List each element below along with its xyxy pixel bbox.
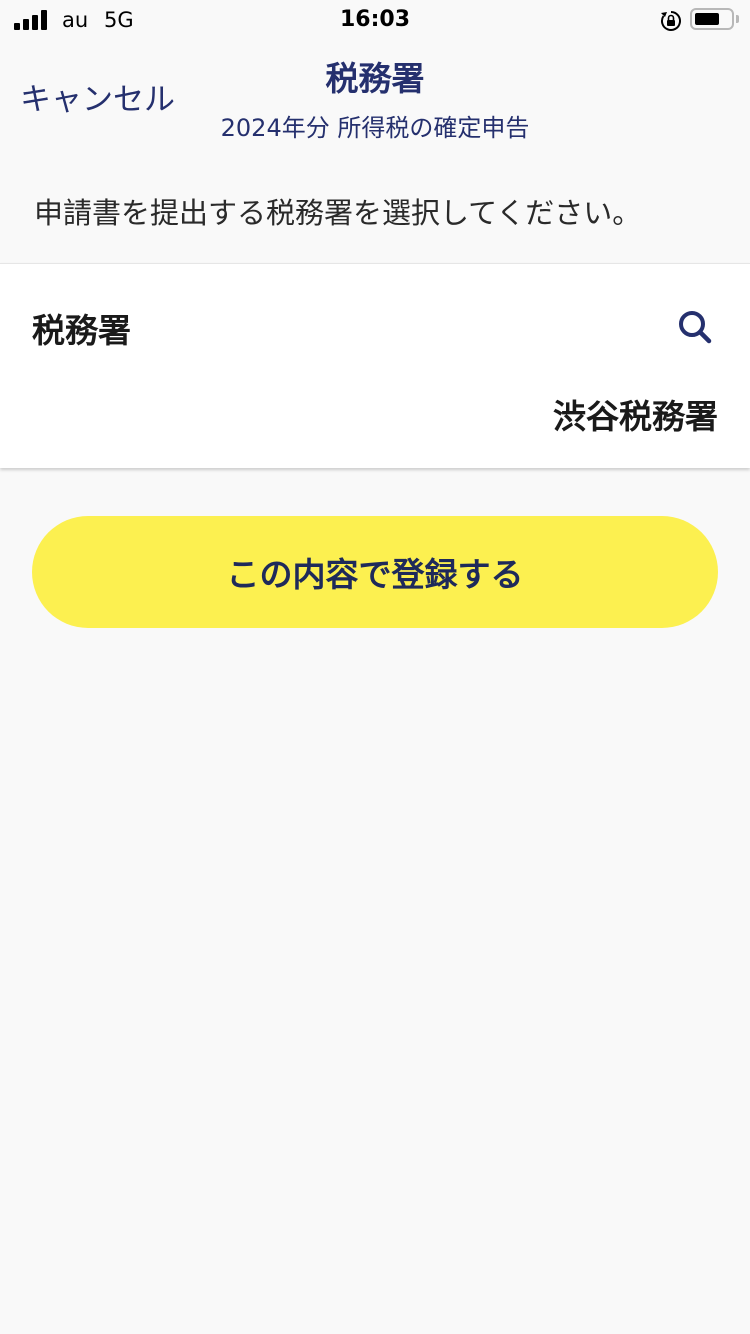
status-bar: au 5G 16:03	[0, 0, 750, 40]
register-button[interactable]: この内容で登録する	[32, 516, 718, 628]
battery-fill	[695, 13, 719, 25]
page-title: 税務署	[325, 59, 425, 98]
tax-office-label: 税務署	[32, 311, 131, 350]
status-time: 16:03	[339, 7, 411, 32]
search-icon[interactable]	[670, 302, 720, 352]
battery-icon	[690, 8, 734, 30]
instruction-text: 申請書を提出する税務署を選択してください。	[34, 196, 642, 230]
page-subtitle: 2024年分 所得税の確定申告	[220, 114, 530, 142]
battery-nub	[736, 15, 739, 23]
tax-office-value[interactable]: 渋谷税務署	[553, 390, 718, 438]
tax-office-field-card: 税務署 渋谷税務署	[0, 263, 750, 468]
rotation-lock-icon	[661, 11, 681, 31]
